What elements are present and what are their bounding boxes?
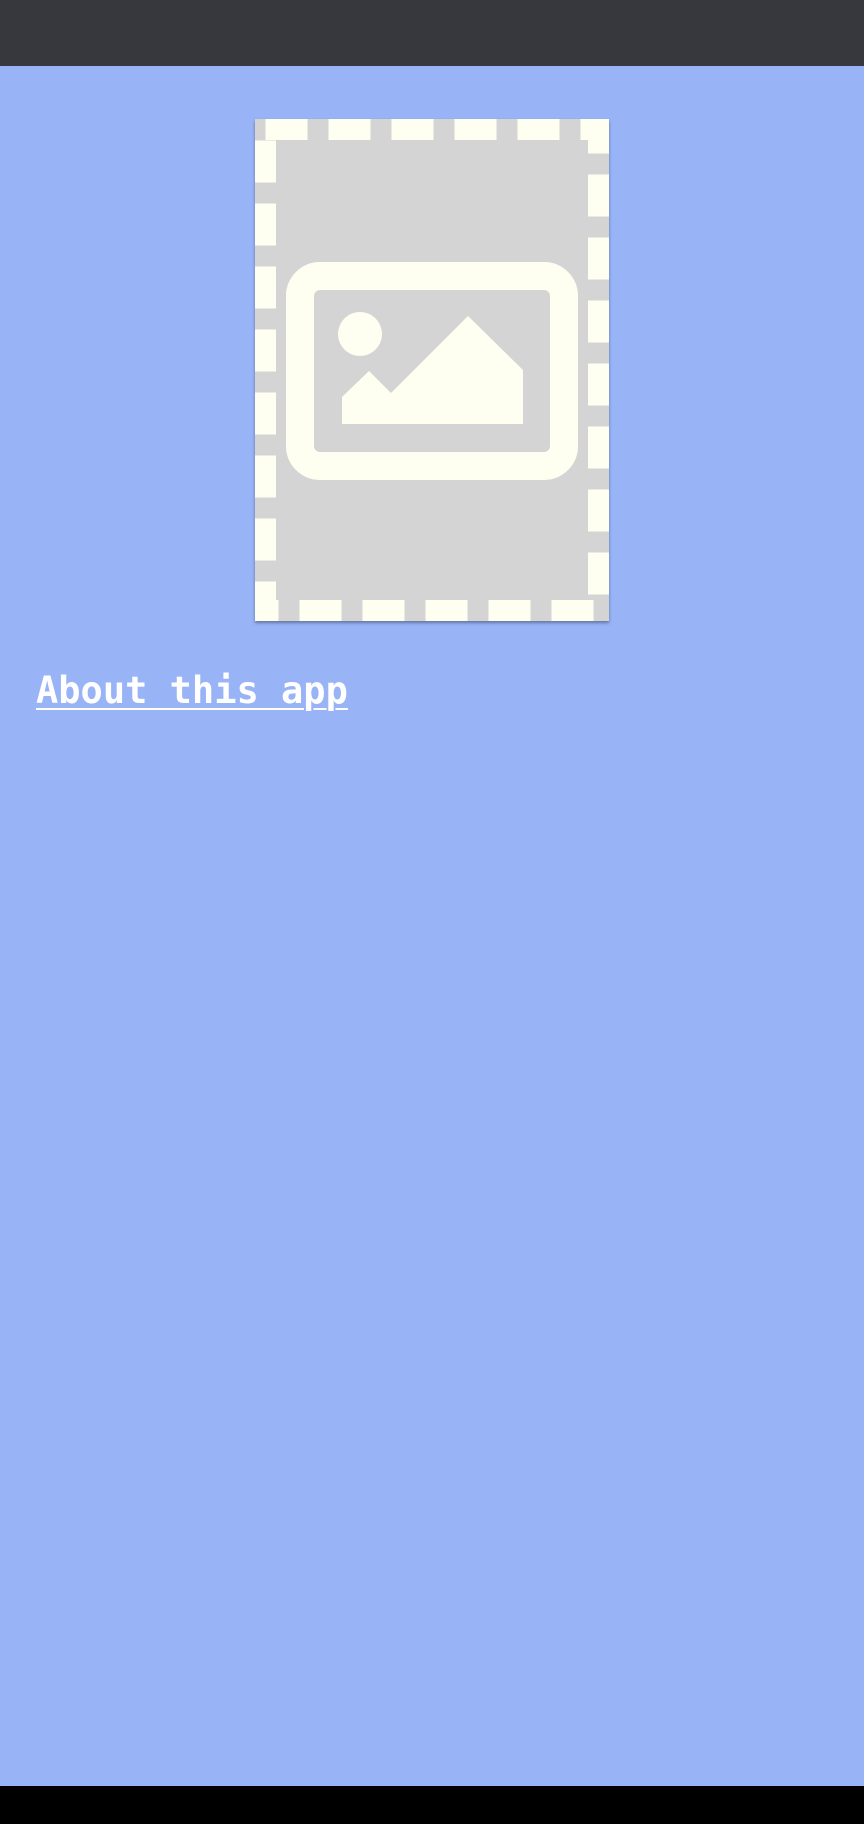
status-bar — [0, 0, 864, 66]
app-content: About this app — [0, 66, 864, 1786]
image-placeholder — [255, 119, 609, 621]
navigation-bar — [0, 1786, 864, 1824]
about-this-app-link[interactable]: About this app — [36, 666, 348, 716]
image-placeholder-icon — [255, 119, 609, 621]
